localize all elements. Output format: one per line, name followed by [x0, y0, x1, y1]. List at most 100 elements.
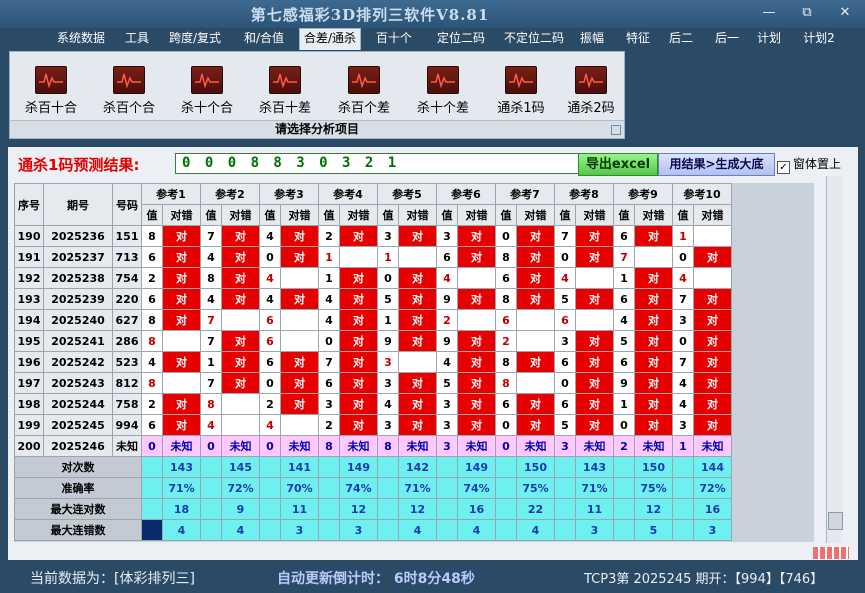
predict-value: 0 — [259, 435, 281, 457]
cell-value: 1 — [613, 393, 635, 415]
predict-row[interactable]: 200 2025246 未知 0 未知 0 未知 0 未知 8 未知 8 未知 3 未知 0 未知 3 未知 2 未知 1… — [14, 435, 732, 457]
predict-value: 0 — [200, 435, 222, 457]
generate-base-button[interactable]: 用结果>生成大底 — [658, 153, 775, 176]
cell-value: 3 — [377, 351, 399, 373]
menu-item-10[interactable]: 后二 — [666, 29, 696, 48]
cell-value: 5 — [377, 288, 399, 310]
cell-value: 7 — [200, 225, 222, 247]
menu-item-6[interactable]: 定位二码 — [430, 29, 492, 48]
always-on-top-checkbox[interactable]: ✓ 窗体置上 — [777, 155, 841, 174]
table-row[interactable]: 195 2025241 286 8 7 对 6 0 对 9 对 9 对 2 3 对 5 对 0 对 — [14, 330, 732, 352]
header-judge: 对错 — [339, 204, 378, 226]
stats-label: 最大连对数 — [14, 498, 142, 520]
header-judge: 对错 — [457, 204, 496, 226]
menu-item-2[interactable]: 跨度/复式 — [165, 29, 225, 48]
cell-judge: 对 — [457, 288, 496, 310]
cell-value: 6 — [554, 393, 576, 415]
table-row[interactable]: 192 2025238 754 2 对 8 对 4 1 对 0 对 4 6 对 4 1 对 4 — [14, 267, 732, 289]
ribbon-button-1[interactable]: 杀百个合 — [94, 66, 164, 116]
cell-value: 6 — [318, 372, 340, 394]
stats-spacer — [377, 498, 399, 520]
stats-spacer — [672, 519, 694, 541]
stats-value: 3 — [575, 519, 614, 541]
cell-value: 7 — [672, 351, 694, 373]
row-period: 2025243 — [43, 372, 113, 394]
table-row[interactable]: 191 2025237 713 6 对 4 对 0 对 1 1 6 对 8 对 0 对 7 0 对 — [14, 246, 732, 268]
cell-value: 9 — [377, 330, 399, 352]
vertical-scrollbar[interactable] — [826, 176, 843, 543]
menu-item-7[interactable]: 不定位二码 — [497, 29, 571, 48]
cell-judge: 对 — [162, 246, 201, 268]
stats-value: 16 — [693, 498, 732, 520]
close-button[interactable]: ✕ — [834, 4, 856, 22]
ribbon-expand-icon[interactable] — [611, 125, 621, 135]
stats-value: 71% — [398, 477, 437, 499]
menu-item-3[interactable]: 和/合值 — [239, 29, 289, 48]
row-period: 2025236 — [43, 225, 113, 247]
chart-pulse-icon — [113, 66, 145, 94]
header-value: 值 — [318, 204, 340, 226]
cell-judge: 对 — [162, 225, 201, 247]
header-ref-7: 参考7 — [495, 183, 555, 205]
cell-judge: 对 — [339, 372, 378, 394]
cell-value: 6 — [495, 267, 517, 289]
cell-judge: 对 — [280, 351, 319, 373]
title-bar: 第七感福彩3D排列三软件V8.81 — ⧉ ✕ — [0, 0, 865, 28]
cell-judge — [516, 330, 555, 352]
ribbon-button-5[interactable]: 杀十个差 — [408, 66, 478, 116]
ribbon-button-4[interactable]: 杀百个差 — [329, 66, 399, 116]
row-code: 713 — [112, 246, 142, 268]
table-row[interactable]: 196 2025242 523 4 对 1 对 6 对 7 对 3 4 对 8 对 6 对 6 对 7 对 — [14, 351, 732, 373]
menu-item-13[interactable]: 计划2 — [799, 29, 839, 48]
menu-item-4[interactable]: 合差/通杀 — [299, 28, 361, 50]
result-value-field[interactable]: 0 0 0 8 8 3 0 3 2 1 — [175, 153, 582, 174]
cell-judge: 对 — [280, 246, 319, 268]
cell-judge — [221, 414, 260, 436]
restore-button[interactable]: ⧉ — [796, 4, 818, 22]
cell-value: 0 — [377, 267, 399, 289]
cell-value: 9 — [436, 288, 458, 310]
ribbon-button-0[interactable]: 杀百十合 — [16, 66, 86, 116]
predict-value: 3 — [554, 435, 576, 457]
cell-judge: 对 — [693, 309, 732, 331]
ribbon-button-7[interactable]: 通杀2码 — [556, 66, 626, 116]
chart-pulse-icon — [35, 66, 67, 94]
menu-item-1[interactable]: 工具 — [122, 29, 152, 48]
menu-item-0[interactable]: 系统数据 — [51, 29, 111, 48]
menu-item-8[interactable]: 振幅 — [578, 29, 606, 48]
predict-value: 3 — [436, 435, 458, 457]
cell-judge: 对 — [634, 309, 673, 331]
cell-judge — [516, 372, 555, 394]
stats-value: 3 — [280, 519, 319, 541]
stats-spacer — [377, 519, 399, 541]
table-row[interactable]: 190 2025236 151 8 对 7 对 4 对 2 对 3 对 3 对 0 对 7 对 6 对 1 — [14, 225, 732, 247]
ribbon-button-2[interactable]: 杀十个合 — [172, 66, 242, 116]
cell-judge: 对 — [693, 246, 732, 268]
header-ref-6: 参考6 — [436, 183, 496, 205]
export-excel-button[interactable]: 导出excel — [578, 153, 658, 176]
table-row[interactable]: 194 2025240 627 8 对 7 6 4 对 1 对 2 6 6 4 对 3 对 — [14, 309, 732, 331]
menu-item-9[interactable]: 特征 — [622, 29, 654, 48]
cell-value: 0 — [672, 330, 694, 352]
cell-value: 3 — [377, 372, 399, 394]
minimize-button[interactable]: — — [758, 4, 780, 22]
stats-value: 11 — [575, 498, 614, 520]
menu-item-12[interactable]: 计划 — [754, 29, 784, 48]
table-row[interactable]: 199 2025245 994 6 对 4 4 2 对 3 对 3 对 0 对 5 对 0 对 3 对 — [14, 414, 732, 436]
table-row[interactable]: 197 2025243 812 8 7 对 0 对 6 对 3 对 5 对 8 0 对 9 对 4 对 — [14, 372, 732, 394]
cell-judge: 对 — [634, 267, 673, 289]
menu-item-5[interactable]: 百十个 — [374, 29, 414, 48]
header-judge: 对错 — [221, 204, 260, 226]
cell-value: 4 — [554, 267, 576, 289]
scroll-thumb[interactable] — [828, 512, 843, 530]
ribbon-button-3[interactable]: 杀百十差 — [250, 66, 320, 116]
ribbon-button-6[interactable]: 通杀1码 — [486, 66, 556, 116]
header-judge: 对错 — [634, 204, 673, 226]
predict-unknown: 未知 — [693, 435, 732, 457]
table-row[interactable]: 193 2025239 220 6 对 4 对 4 对 4 对 5 对 9 对 8 对 5 对 6 对 7 对 — [14, 288, 732, 310]
stats-value: 74% — [457, 477, 496, 499]
cell-judge: 对 — [280, 372, 319, 394]
menu-item-11[interactable]: 后一 — [712, 29, 742, 48]
cell-judge: 对 — [575, 288, 614, 310]
table-row[interactable]: 198 2025244 758 2 对 8 2 对 3 对 4 对 3 对 6 对 6 对 1 对 4 对 — [14, 393, 732, 415]
